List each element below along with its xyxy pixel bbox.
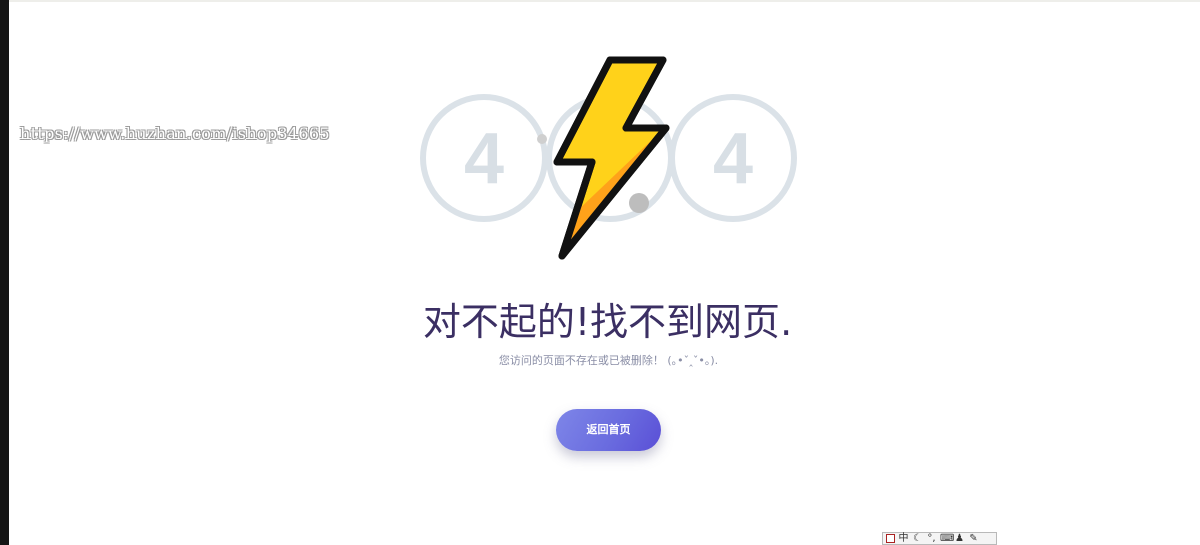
digit-left: 4 bbox=[464, 119, 504, 199]
punctuation-icon[interactable]: °, bbox=[926, 533, 937, 544]
window-edge bbox=[0, 0, 9, 545]
digit-right: 4 bbox=[713, 119, 753, 199]
ime-mode-toggle[interactable]: 中 bbox=[898, 533, 909, 544]
spark-dot bbox=[537, 134, 547, 144]
ime-toolbar: 中 ☾ °, ⌨ ♟ ✎ bbox=[882, 532, 997, 545]
digit-right-ring: 4 bbox=[669, 94, 797, 222]
error-404-illustration: 4 4 bbox=[420, 56, 797, 260]
page-title: 对不起的!找不到网页. bbox=[422, 300, 793, 344]
error-message: 您访问的页面不存在或已被删除！ (｡•ˇ‸ˇ•｡). bbox=[498, 354, 719, 367]
top-border bbox=[9, 0, 1200, 2]
keyboard-icon[interactable]: ⌨ bbox=[940, 533, 954, 544]
user-icon[interactable]: ♟ bbox=[954, 533, 965, 544]
digit-left-ring: 4 bbox=[420, 94, 548, 222]
watermark-text: https://www.huzhan.com/ishop34665 bbox=[20, 124, 330, 143]
lightning-bolt-icon bbox=[553, 56, 670, 260]
wrench-icon[interactable]: ✎ bbox=[968, 533, 979, 544]
back-home-button[interactable]: 返回首页 bbox=[556, 409, 661, 451]
error-page: https://www.huzhan.com/ishop34665 4 4 对不… bbox=[0, 0, 1200, 545]
fallen-dot bbox=[629, 193, 649, 213]
moon-icon[interactable]: ☾ bbox=[912, 533, 923, 544]
ime-logo-icon[interactable] bbox=[886, 534, 895, 543]
